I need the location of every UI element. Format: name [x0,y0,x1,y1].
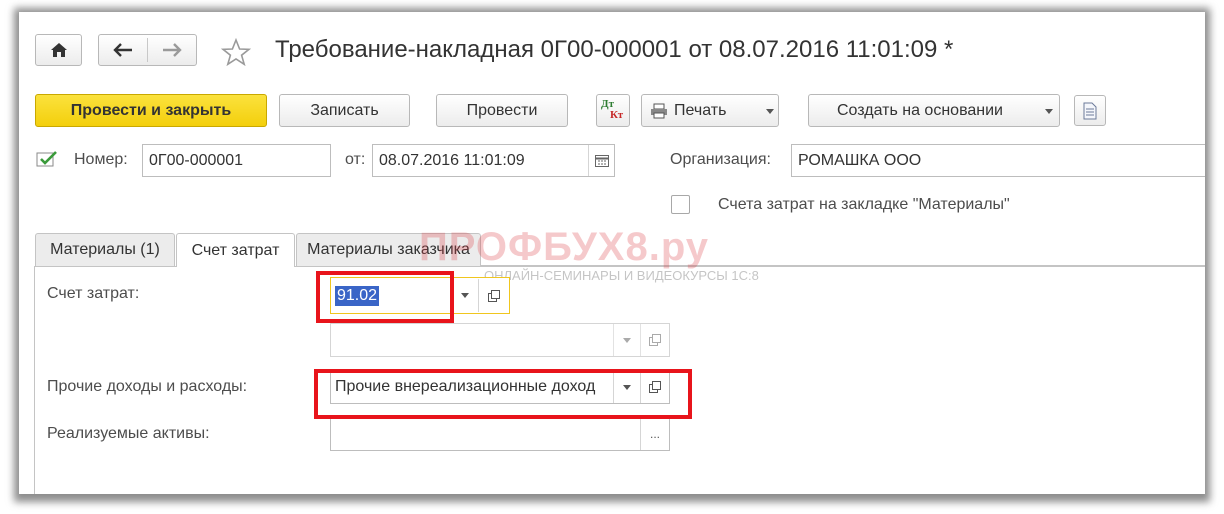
create-based-on-label: Создать на основании [837,101,1003,119]
number-field[interactable]: 0Г00-000001 [142,144,331,177]
chevron-down-icon [1045,109,1053,114]
back-button[interactable] [99,35,147,65]
cost-account-open-button[interactable] [478,279,508,312]
sold-assets-select-button[interactable]: ... [640,418,669,450]
forward-button[interactable] [148,35,196,65]
subconto-dropdown-button[interactable] [613,324,639,356]
chevron-down-icon [623,338,631,343]
cost-account-label: Счет затрат: [47,285,140,302]
date-label: от: [345,151,366,168]
highlight-cost-account [316,271,454,323]
print-label: Печать [674,101,727,119]
home-icon [50,43,67,57]
dt-kt-button[interactable]: Дт Кт [596,94,630,127]
organization-label: Организация: [670,151,771,168]
chevron-down-icon [461,293,469,298]
cost-accounts-checkbox[interactable] [671,195,690,214]
arrow-right-icon [163,43,182,57]
cost-account-dropdown-button[interactable] [453,279,477,312]
dt-kt-icon: Дт Кт [601,98,625,123]
posted-check-icon [36,151,57,167]
kt-label: Кт [610,108,624,121]
watermark-brand: ПРОФБУХ8.ру [419,225,709,269]
cost-accounts-checkbox-label[interactable]: Счета затрат на закладке "Материалы" [718,196,1010,214]
organization-field[interactable]: РОМАШКА ООО [791,144,1205,177]
highlight-other-income [314,369,692,419]
calendar-button[interactable] [588,145,614,176]
favorite-button[interactable] [218,36,254,68]
document-window: Требование-накладная 0Г00-000001 от 08.0… [19,12,1205,494]
ellipsis-label: ... [649,427,660,441]
chevron-down-icon [766,109,774,114]
tab-materials[interactable]: Материалы (1) [35,233,175,266]
watermark-tagline: ОНЛАЙН-СЕМИНАРЫ И ВИДЕОКУРСЫ 1С:8 [484,268,759,283]
print-button[interactable]: Печать [641,94,779,127]
open-icon [649,334,661,346]
post-and-close-button[interactable]: Провести и закрыть [35,94,267,127]
sold-assets-label: Реализуемые активы: [47,425,210,442]
page-title: Требование-накладная 0Г00-000001 от 08.0… [275,36,954,63]
number-label: Номер: [74,151,128,168]
date-value: 08.07.2016 11:01:09 [379,151,525,169]
tab-cost-account[interactable]: Счет затрат [176,233,295,267]
calendar-icon [594,154,609,167]
create-based-on-button[interactable]: Создать на основании [808,94,1060,127]
home-button[interactable] [35,34,82,66]
other-income-label: Прочие доходы и расходы: [47,378,248,395]
star-icon [221,38,251,66]
save-button[interactable]: Записать [279,94,410,127]
subconto-open-button[interactable] [640,324,669,356]
report-icon [1083,102,1097,119]
report-button[interactable] [1074,95,1106,126]
open-icon [487,289,500,302]
sold-assets-field[interactable] [330,417,670,451]
post-button[interactable]: Провести [436,94,568,127]
date-field[interactable]: 08.07.2016 11:01:09 [372,144,615,177]
arrow-left-icon [113,43,132,57]
printer-icon [651,103,667,118]
